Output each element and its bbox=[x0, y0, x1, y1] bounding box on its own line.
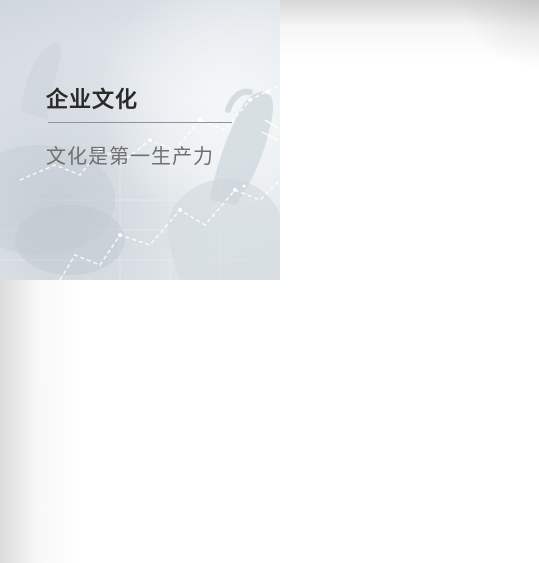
banner-subtitle: 文化是第一生产力 bbox=[46, 144, 214, 168]
banner-title: 企业文化 bbox=[46, 88, 139, 113]
banner-divider bbox=[48, 122, 232, 123]
culture-banner[interactable]: 企业文化 文化是第一生产力 bbox=[0, 0, 280, 280]
top-corner-shadow bbox=[460, 0, 539, 70]
left-shadow bbox=[0, 280, 80, 563]
page: 企业文化 文化是第一生产力 bbox=[0, 0, 539, 563]
